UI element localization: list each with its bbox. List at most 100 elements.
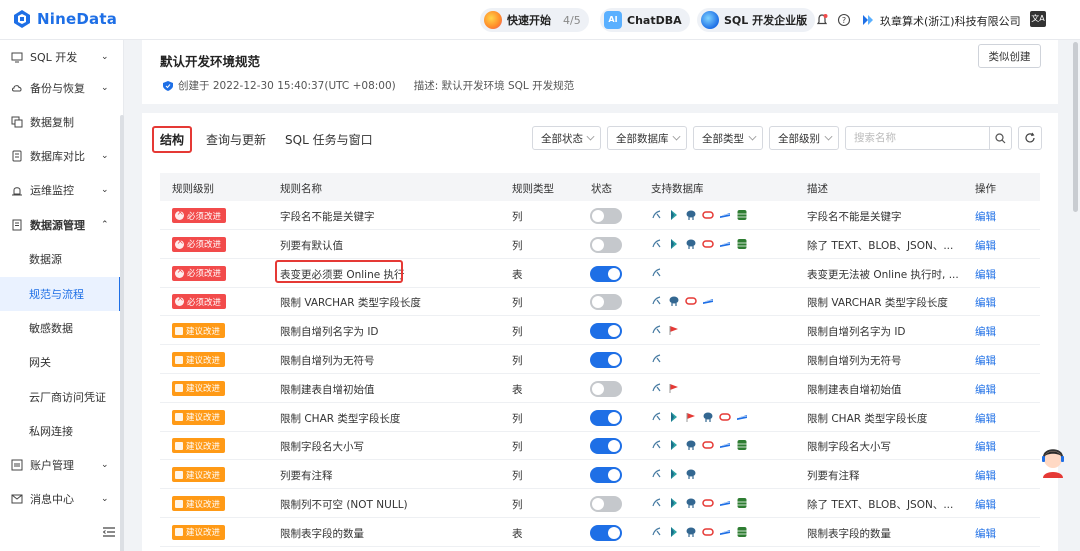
help-icon[interactable]: ? (836, 12, 852, 28)
notification-icon[interactable] (814, 12, 830, 28)
rule-description: 限制字段名大小写 (807, 441, 891, 454)
logo[interactable]: NineData (12, 9, 117, 29)
sidebar-item-standards[interactable]: 规范与流程 (0, 277, 122, 311)
edit-link[interactable]: 编辑 (975, 526, 996, 541)
status-toggle[interactable] (590, 265, 622, 282)
edit-link[interactable]: 编辑 (975, 238, 996, 253)
status-filter[interactable]: 全部状态 (532, 126, 601, 150)
sidebar-item-label: 数据源 (29, 253, 62, 266)
support-agent-icon[interactable] (1038, 444, 1068, 478)
edit-link[interactable]: 编辑 (975, 209, 996, 224)
sidebar-item-cloud-credentials[interactable]: 云厂商访问凭证 (0, 380, 122, 414)
tab-query-update[interactable]: 查询与更新 (206, 131, 266, 148)
sidebar-scrollbar[interactable] (120, 115, 124, 551)
col-description: 描述 (807, 183, 828, 195)
sidebar-item-account[interactable]: 账户管理 ⌄ (0, 448, 122, 482)
status-toggle[interactable] (590, 524, 622, 541)
status-toggle[interactable] (590, 467, 622, 484)
search-button[interactable] (989, 127, 1011, 149)
status-toggle[interactable] (590, 352, 622, 368)
sidebar-item-messages[interactable]: 消息中心 ⌄ (0, 482, 122, 516)
language-icon[interactable]: 文A (1030, 11, 1046, 27)
status-toggle[interactable] (590, 208, 622, 224)
mysql-db-icon (652, 498, 661, 507)
level-badge: 必须改进 (172, 265, 227, 281)
status-toggle[interactable] (590, 294, 622, 311)
level-badge: 建议改进 (172, 380, 226, 396)
collapse-menu-icon[interactable] (103, 527, 115, 537)
type-filter[interactable]: 全部类型 (693, 126, 763, 150)
search-input[interactable]: 搜索名称 (845, 126, 1012, 150)
edit-link[interactable]: 编辑 (975, 267, 996, 282)
sidebar-item-label: 规范与流程 (29, 288, 84, 301)
sidebar-item-label: 数据源管理 (30, 219, 85, 232)
sidebar-item-datasource-mgmt[interactable]: 数据源管理 ⌃ (0, 208, 122, 242)
search-icon (995, 132, 1006, 143)
status-toggle[interactable] (590, 409, 622, 426)
company-name[interactable]: 玖章算术(浙江)科技有限公司 (880, 13, 1021, 29)
refresh-button[interactable] (1018, 126, 1042, 150)
level-label: 建议改进 (186, 413, 221, 424)
tab-sql-task-window[interactable]: SQL 任务与窗口 (285, 131, 373, 148)
chatdba-pill[interactable]: AI ChatDBA (600, 8, 690, 32)
oracle-db-icon (719, 412, 731, 421)
level-filter[interactable]: 全部级别 (769, 126, 839, 150)
rule-name: 限制列不可空 (NOT NULL) (280, 499, 408, 511)
table-row: 建议改进 限制自增列名字为 ID 列 限制自增列名字为 ID 编辑 (160, 316, 1040, 346)
rule-type: 列 (512, 326, 523, 339)
similar-create-button[interactable]: 类似创建 (978, 44, 1041, 68)
edit-link[interactable]: 编辑 (975, 295, 996, 310)
rule-description: 限制自增列名字为 ID (807, 326, 906, 339)
level-badge: 建议改进 (172, 323, 226, 339)
level-label: 建议改进 (186, 528, 221, 539)
sidebar-item-sql-dev[interactable]: SQL 开发 ⌄ (0, 40, 122, 74)
edit-link[interactable]: 编辑 (975, 411, 996, 426)
mongo-db-icon (737, 440, 747, 451)
status-toggle[interactable] (590, 438, 622, 455)
rule-type: 表 (512, 268, 523, 281)
supported-databases (651, 526, 748, 538)
tab-structure[interactable]: 结构 (152, 126, 193, 153)
rule-description: 限制 VARCHAR 类型字段长度 (807, 297, 948, 310)
mysql-db-icon (652, 354, 661, 363)
quickstart-pill[interactable]: 快速开始 4/5 (480, 8, 589, 32)
edit-link[interactable]: 编辑 (975, 439, 996, 454)
edit-link[interactable]: 编辑 (975, 497, 996, 512)
edit-link[interactable]: 编辑 (975, 382, 996, 397)
supported-databases (651, 267, 663, 279)
warning-icon (175, 528, 183, 537)
status-toggle[interactable] (590, 236, 622, 253)
flag-db-icon (686, 412, 695, 422)
status-toggle[interactable] (590, 380, 622, 397)
sidebar-item-sensitive-data[interactable]: 敏感数据 (0, 311, 122, 345)
rule-type: 列 (512, 412, 523, 425)
sidebar-item-gateway[interactable]: 网关 (0, 345, 122, 379)
chevron-down-icon: ⌄ (101, 151, 109, 161)
edit-link[interactable]: 编辑 (975, 353, 996, 368)
page-scrollbar[interactable] (1073, 42, 1078, 212)
sidebar-item-datasource[interactable]: 数据源 (0, 242, 122, 276)
mysql-db-icon (652, 383, 661, 392)
rule-name: 列要有默认值 (280, 239, 343, 252)
mongo-db-icon (737, 238, 747, 249)
sidebar-item-db-compare[interactable]: 数据库对比 ⌄ (0, 139, 122, 173)
pg-db-icon (703, 412, 713, 422)
rule-type: 列 (512, 211, 523, 223)
sidebar-item-private-link[interactable]: 私网连接 (0, 414, 122, 448)
level-badge: 建议改进 (172, 524, 226, 540)
monitor-icon (11, 52, 23, 63)
rule-name: 限制 VARCHAR 类型字段长度 (280, 297, 421, 310)
sidebar-item-replication[interactable]: 数据复制 (0, 105, 122, 139)
created-at: 创建于 2022-12-30 15:40:37(UTC +08:00) (178, 80, 396, 92)
status-toggle[interactable] (590, 323, 622, 340)
edit-link[interactable]: 编辑 (975, 468, 996, 483)
level-filter-value: 全部级别 (778, 132, 820, 145)
sidebar-item-ops-monitor[interactable]: 运维监控 ⌄ (0, 173, 122, 207)
flag-db-icon (669, 383, 678, 393)
sidebar-item-backup[interactable]: 备份与恢复 ⌄ (0, 71, 122, 105)
status-toggle[interactable] (590, 496, 622, 512)
rule-name: 限制自增列名字为 ID (280, 326, 379, 339)
edition-pill[interactable]: SQL 开发企业版 (697, 8, 816, 32)
database-filter[interactable]: 全部数据库 (607, 126, 687, 150)
edit-link[interactable]: 编辑 (975, 324, 996, 339)
